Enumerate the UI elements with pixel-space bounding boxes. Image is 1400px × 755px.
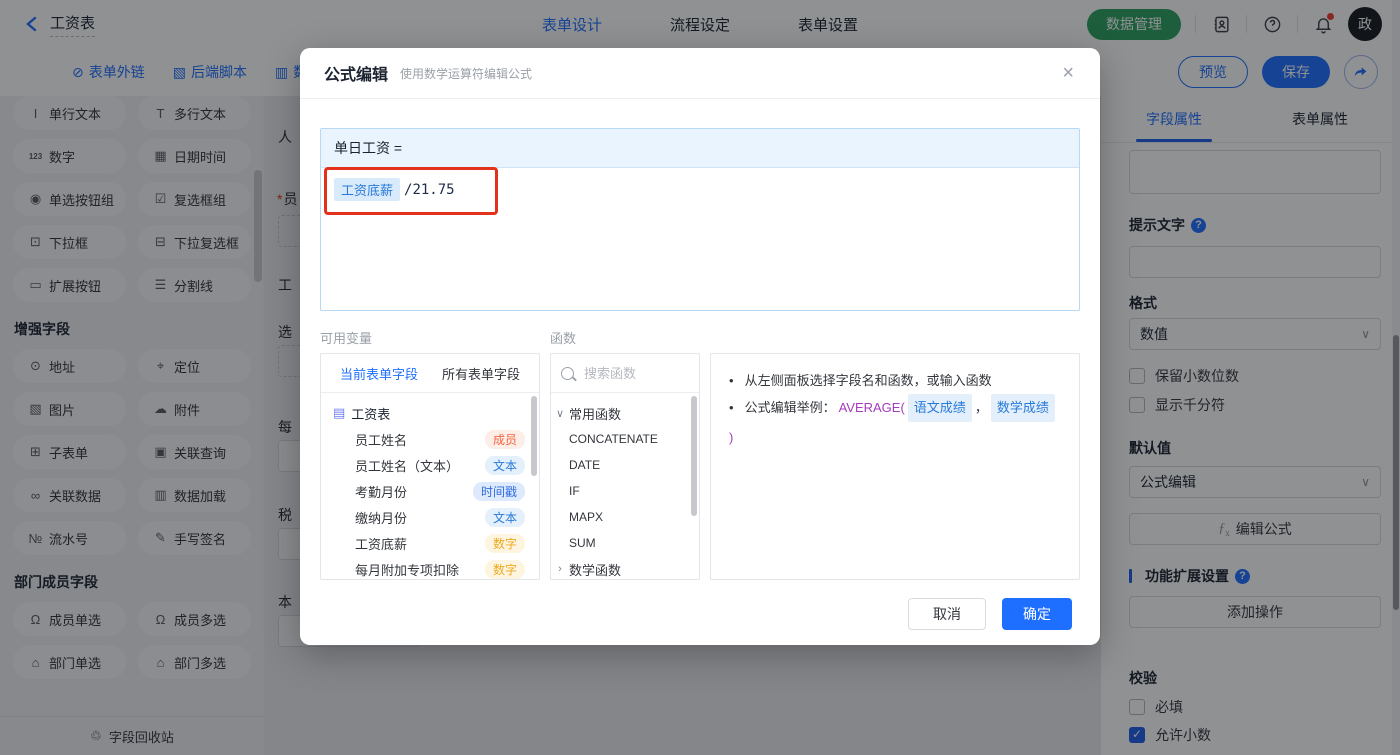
type-badge: 文本	[484, 507, 525, 527]
tip-line-1: • 从左侧面板选择字段名和函数，或输入函数	[729, 368, 1061, 394]
variable-item[interactable]: 员工姓名（文本） 文本	[321, 452, 539, 478]
function-item[interactable]: CONCATENATE	[551, 426, 699, 452]
example-field-chip: 数学成绩	[990, 394, 1055, 422]
type-badge: 成员	[484, 429, 525, 449]
variables-scrollbar[interactable]	[531, 396, 537, 476]
variable-item[interactable]: 工资底薪 数字	[321, 530, 539, 556]
cancel-button[interactable]: 取消	[908, 598, 986, 630]
type-badge: 时间戳	[472, 481, 525, 501]
bullet-icon: •	[729, 400, 734, 415]
variables-label: 可用变量	[320, 331, 373, 346]
formula-target: 单日工资 =	[321, 129, 1079, 168]
field-chip: 工资底薪	[334, 178, 401, 201]
function-item[interactable]: SUM	[551, 530, 699, 556]
functions-panel: 常用函数 CONCATENATE DATE IF MAPX SUM 数学函数 文…	[550, 353, 700, 580]
function-search-input[interactable]	[582, 364, 676, 382]
tab-current-form-fields[interactable]: 当前表单字段	[340, 364, 418, 383]
chevron-right-icon	[551, 563, 569, 575]
function-group-math[interactable]: 数学函数	[551, 556, 699, 579]
tip-line-2: • 公式编辑举例： AVERAGE( 语文成绩 ， 数学成绩 )	[729, 394, 1061, 451]
type-badge: 文本	[484, 455, 525, 475]
form-tree-root[interactable]: ▤ 工资表	[321, 400, 539, 426]
function-item[interactable]: DATE	[551, 452, 699, 478]
variables-panel: 当前表单字段 所有表单字段 ▤ 工资表 员工姓名 成员 员工姓名（文本） 文本 考勤…	[320, 353, 540, 580]
function-item[interactable]: MAPX	[551, 504, 699, 530]
function-group-common[interactable]: 常用函数	[551, 400, 699, 426]
tab-all-form-fields[interactable]: 所有表单字段	[442, 364, 520, 383]
variable-item[interactable]: 员工姓名 成员	[321, 426, 539, 452]
functions-scrollbar[interactable]	[691, 396, 697, 516]
form-doc-icon: ▤	[333, 405, 346, 420]
variable-item[interactable]: 考勤月份 时间戳	[321, 478, 539, 504]
close-icon[interactable]: ×	[1062, 62, 1074, 85]
variable-item[interactable]: 缴纳月份 文本	[321, 504, 539, 530]
bullet-icon: •	[729, 373, 734, 388]
chevron-down-icon	[551, 407, 569, 420]
search-icon	[561, 366, 574, 380]
modal-title: 公式编辑	[324, 67, 389, 84]
variable-item[interactable]: 每月附加专项扣除 数字	[321, 556, 539, 579]
type-badge: 数字	[484, 533, 525, 553]
type-badge: 数字	[484, 559, 525, 579]
formula-editor-modal: 公式编辑 使用数学运算符编辑公式 × 单日工资 = 工资底薪 /21.75 可用…	[300, 48, 1100, 645]
formula-expression[interactable]: 工资底薪 /21.75	[334, 178, 455, 201]
formula-editor-area[interactable]: 单日工资 = 工资底薪 /21.75	[320, 128, 1080, 311]
function-item[interactable]: IF	[551, 478, 699, 504]
tips-panel: • 从左侧面板选择字段名和函数，或输入函数 • 公式编辑举例： AVERAGE(…	[710, 353, 1080, 580]
modal-subtitle: 使用数学运算符编辑公式	[400, 66, 533, 81]
example-field-chip: 语文成绩	[907, 394, 972, 422]
confirm-button[interactable]: 确定	[1002, 598, 1072, 630]
functions-label: 函数	[550, 331, 577, 346]
